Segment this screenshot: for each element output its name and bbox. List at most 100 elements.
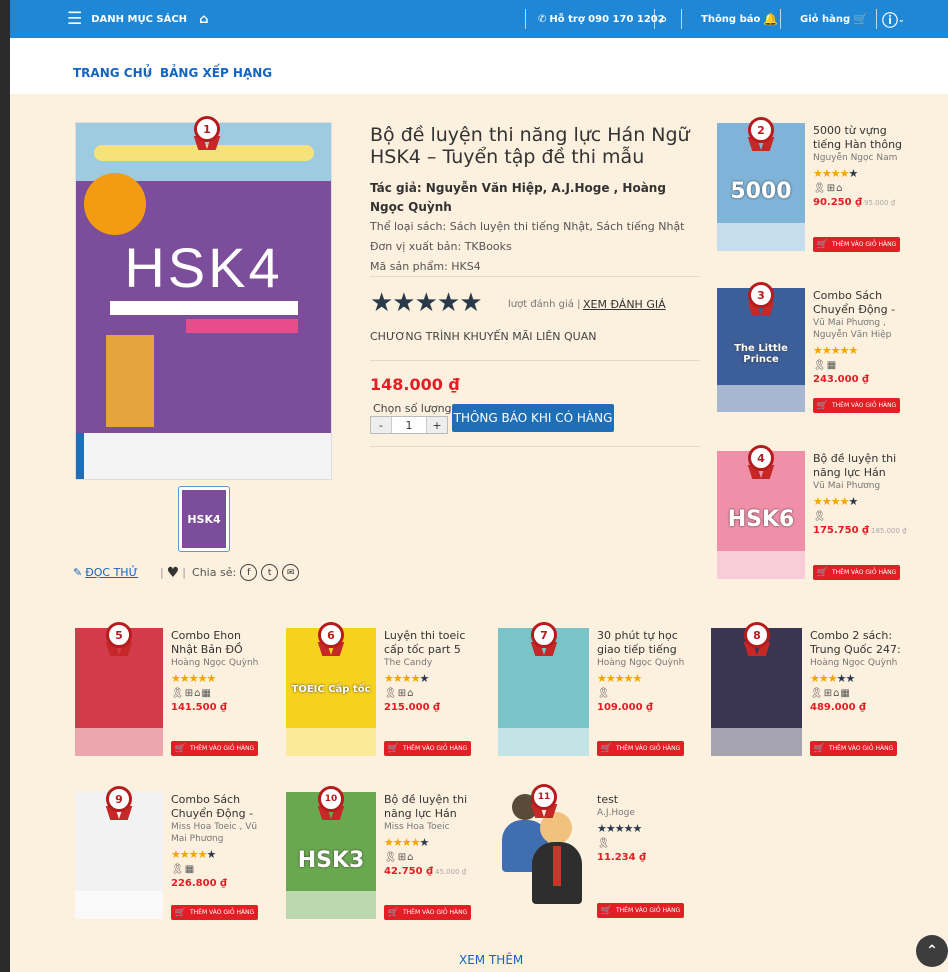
cart-icon: 🛒 [816,239,828,250]
item-cover-text: 5000 [730,179,792,205]
item-rating-stars: ★★★★★ [810,672,855,685]
item-cover-text: HSK6 [727,507,795,533]
item-badge-icons: 🎗⊞⌂ [384,852,415,863]
item-badge-icons: 🎗⊞⌂▦ [810,688,851,699]
product-thumbnail[interactable]: HSK4 [178,486,230,552]
add-to-cart-button[interactable]: 🛒 THÊM VÀO GIỎ HÀNG [813,565,900,580]
add-to-cart-button[interactable]: 🛒 THÊM VÀO GIỎ HÀNG [597,903,684,918]
home-icon[interactable]: ⌂ [199,12,208,27]
item-price: 90.250 ₫ 95.000 ₫ [813,197,896,208]
cart-icon: 🛒 [816,400,828,411]
product-actions: ✎ ĐỌC THỬ | ♥ | Chia sẻ: f t ✉ [73,564,300,581]
item-author: Miss Hoa Toeic [384,822,450,832]
cart-icon: 🛒 [816,567,828,578]
item-rating-stars: ★★★★★ [597,822,642,835]
item-author: Nguyễn Ngọc Nam [813,153,898,163]
breadcrumb-home[interactable]: TRANG CHỦ [73,66,152,80]
item-cover-text: HSK3 [297,847,365,873]
item-price: 243.000 ₫ [813,374,869,385]
rating-count-text: lượt đánh giá | [508,299,581,310]
item-author: Miss Hoa Toeic , Vũ Mai Phương [171,822,258,844]
cart-icon: 🛒 [387,907,399,918]
email-icon[interactable]: ✉ [282,564,300,581]
item-badge-icons: 🎗 [597,688,611,699]
item-author: Hoàng Ngọc Quỳnh [810,658,898,668]
item-badge-icons: 🎗⊞⌂ [813,183,844,194]
add-to-cart-button[interactable]: 🛒 THÊM VÀO GIỎ HÀNG [597,741,684,756]
add-to-cart-button[interactable]: 🛒 THÊM VÀO GIỎ HÀNG [810,741,897,756]
item-author: Vũ Mai Phương [813,481,881,491]
cart-icon: 🛒 [813,743,825,754]
item-author: Hoàng Ngọc Quỳnh [597,658,685,668]
item-title[interactable]: 5000 từ vựng tiếng Hàn thông dụng [813,124,909,152]
review-link[interactable]: XEM ĐÁNH GIÁ [583,298,666,311]
item-price: 215.000 ₫ [384,702,440,713]
item-rating-stars: ★★★★★ [171,672,216,685]
item-cover-text: TOEIC Cấp tốc [291,684,371,696]
rank-medal: 10 [317,786,345,820]
notify-in-stock-button[interactable]: THÔNG BÁO KHI CÓ HÀNG [452,404,614,432]
cart-icon: 🛒 [387,743,399,754]
product-category: Thể loại sách: Sách luyện thi tiếng Nhật… [370,220,685,233]
quantity-input[interactable]: 1 [391,417,427,433]
item-title[interactable]: Bộ đề luyện thi năng lực Hán Ngữ [813,452,909,480]
item-author: The Candy [384,658,433,668]
search-icon[interactable]: ⌕ [660,0,667,38]
add-to-cart-button[interactable]: 🛒 THÊM VÀO GIỎ HÀNG [813,398,900,413]
item-price: 42.750 ₫ 45.000 ₫ [384,866,467,877]
share-label: Chia sẻ: [192,566,237,579]
add-to-cart-button[interactable]: 🛒 THÊM VÀO GIỎ HÀNG [384,741,471,756]
main-product-cover[interactable]: HSK4 [75,122,332,480]
phone-icon: ✆ [538,13,547,25]
item-title[interactable]: Combo Ehon Nhật Bản ĐỒ VẬT QUANH [171,629,267,657]
item-rating-stars: ★★★★★ [813,167,858,180]
item-badge-icons: 🎗⊞⌂▦ [171,688,212,699]
item-cover-text: The Little Prince [734,342,788,365]
cart-link[interactable]: Giỏ hàng 🛒 [800,0,868,38]
add-to-cart-button[interactable]: 🛒 THÊM VÀO GIỎ HÀNG [384,905,471,920]
add-to-cart-label: THÊM VÀO GIỎ HÀNG [616,745,681,752]
back-to-top-button[interactable]: ⌃ [916,935,948,967]
quantity-decrease-button[interactable]: - [371,417,391,433]
item-title[interactable]: Bộ đề luyện thi năng lực Hán Ngữ HSK 3 – [384,793,480,821]
rank-medal: 3 [747,282,775,316]
item-rating-stars: ★★★★★ [813,344,858,357]
read-sample-link[interactable]: ĐỌC THỬ [85,566,138,579]
account-icon[interactable]: ⓘ ⌄ [882,0,905,38]
rank-medal: 11 [530,784,558,818]
add-to-cart-button[interactable]: 🛒 THÊM VÀO GIỎ HÀNG [813,237,900,252]
quantity-increase-button[interactable]: + [427,417,447,433]
rank-medal: 7 [530,622,558,656]
quantity-stepper: - 1 + [370,416,448,434]
product-publisher: Đơn vị xuất bản: TKBooks [370,240,512,253]
see-more-link[interactable]: XEM THÊM [459,953,523,967]
item-title[interactable]: Combo 2 sách: Trung Quốc 247: Mái [810,629,906,657]
add-to-cart-label: THÊM VÀO GIỎ HÀNG [832,241,897,248]
twitter-icon[interactable]: t [261,564,279,581]
facebook-icon[interactable]: f [240,564,258,581]
cart-icon: 🛒 [174,907,186,918]
item-title[interactable]: test [597,793,693,807]
add-to-cart-button[interactable]: 🛒 THÊM VÀO GIỎ HÀNG [171,741,258,756]
menu-button[interactable]: ☰ DANH MỤC SÁCH ⌂ [67,0,208,38]
item-title[interactable]: Combo Sách Chuyển Động - [813,289,909,317]
add-to-cart-label: THÊM VÀO GIỎ HÀNG [403,909,468,916]
item-badge-icons: 🎗⊞⌂ [384,688,415,699]
heart-icon[interactable]: ♥ [167,565,180,581]
item-title[interactable]: Luyện thi toeic cấp tốc part 5 [384,629,480,657]
item-title[interactable]: Combo Sách Chuyển Động - Song [171,793,267,821]
notifications-link[interactable]: Thông báo 🔔 [701,0,778,38]
add-to-cart-label: THÊM VÀO GIỎ HÀNG [829,745,894,752]
item-badge-icons: 🎗▦ [171,864,196,875]
hotline-link[interactable]: ✆ Hỗ trợ 090 170 1202 [538,0,665,38]
read-sample-icon: ✎ [73,566,83,579]
add-to-cart-label: THÊM VÀO GIỎ HÀNG [832,569,897,576]
item-price: 226.800 ₫ [171,878,227,889]
item-title[interactable]: 30 phút tự học giao tiếp tiếng Trung mỗi [597,629,693,657]
top-navbar: ☰ DANH MỤC SÁCH ⌂ ✆ Hỗ trợ 090 170 1202 … [10,0,948,38]
item-rating-stars: ★★★★★ [384,672,429,685]
breadcrumb-current[interactable]: BẢNG XẾP HẠNG [160,66,272,80]
add-to-cart-button[interactable]: 🛒 THÊM VÀO GIỎ HÀNG [171,905,258,920]
item-badge-icons: 🎗 [813,511,827,522]
promo-heading: CHƯƠNG TRÌNH KHUYẾN MÃI LIÊN QUAN [370,330,597,343]
